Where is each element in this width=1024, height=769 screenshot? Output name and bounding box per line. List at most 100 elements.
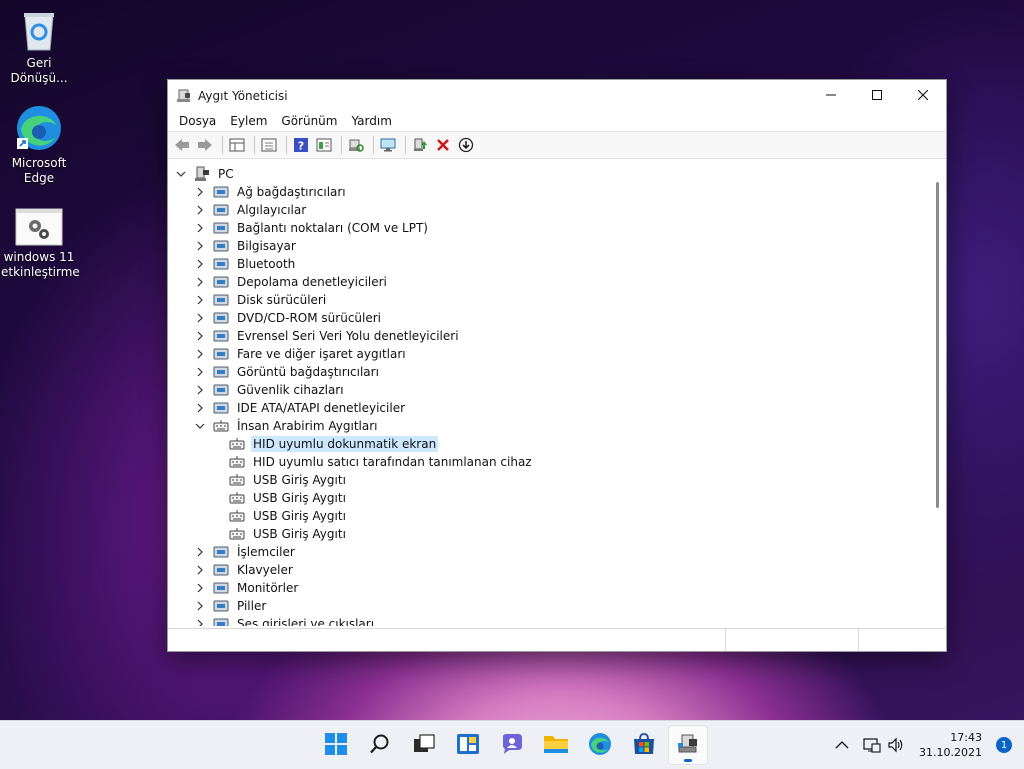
title-bar[interactable]: Aygıt Yöneticisi [168,80,946,111]
tree-category-row[interactable]: İşlemciler [168,543,928,561]
desktop-icon-edge[interactable]: Microsoft Edge [1,104,77,186]
tree-device-label: HID uyumlu dokunmatik ekran [251,436,439,452]
tree-category-row[interactable]: Bluetooth [168,255,928,273]
chevron-right-icon[interactable] [195,241,205,251]
file-explorer-button[interactable] [536,725,576,765]
tree-category-row[interactable]: Ses girişleri ve çıkışları [168,615,928,626]
recycle-bin-icon [21,8,57,52]
tree-device-row[interactable]: USB Giriş Aygıtı [168,471,928,489]
tree-category-label: IDE ATA/ATAPI denetleyiciler [237,401,406,415]
chevron-down-icon[interactable] [195,421,205,431]
menu-file[interactable]: Dosya [172,114,223,128]
desktop-icon-settings-shortcut[interactable]: windows 11 etkinleştirme [1,208,80,280]
tree-category-label: Monitörler [237,581,299,595]
tree-category-row[interactable]: Piller [168,597,928,615]
notification-badge[interactable]: 1 [996,737,1012,753]
edge-button[interactable] [580,725,620,765]
close-button[interactable] [900,80,946,110]
tree-category-row[interactable]: Monitörler [168,579,928,597]
details-view-icon[interactable] [314,135,334,155]
menu-help[interactable]: Yardım [344,114,398,128]
tree-device-row[interactable]: HID uyumlu dokunmatik ekran [168,435,928,453]
chevron-right-icon[interactable] [195,205,205,215]
tree-category-row[interactable]: IDE ATA/ATAPI denetleyiciler [168,399,928,417]
widgets-button[interactable] [448,725,488,765]
chat-button[interactable] [492,725,532,765]
start-button[interactable] [316,725,356,765]
vertical-scrollbar[interactable] [930,164,946,626]
tree-category-row[interactable]: DVD/CD-ROM sürücüleri [168,309,928,327]
taskbar: 17:43 31.10.2021 1 [0,720,1024,769]
start-icon [325,732,347,758]
monitor-icon[interactable] [378,135,398,155]
update-driver-icon[interactable] [410,135,430,155]
chevron-right-icon[interactable] [195,295,205,305]
tree-root-pc[interactable]: PC [168,165,928,183]
volume-icon[interactable] [887,737,905,753]
console-tree-icon[interactable] [259,135,279,155]
chevron-right-icon[interactable] [195,547,205,557]
back-arrow-icon[interactable] [172,135,192,155]
search-button[interactable] [360,725,400,765]
tree-category-row[interactable]: Görüntü bağdaştırıcıları [168,363,928,381]
chevron-right-icon[interactable] [195,331,205,341]
settings-shortcut-icon [15,208,63,246]
tree-category-row[interactable]: Klavyeler [168,561,928,579]
maximize-button[interactable] [854,80,900,110]
tree-category-row[interactable]: Bilgisayar [168,237,928,255]
help-icon[interactable]: ? [291,135,311,155]
chevron-right-icon[interactable] [195,619,205,626]
tree-category-label: İnsan Arabirim Aygıtları [237,419,378,433]
chevron-right-icon[interactable] [195,313,205,323]
tree-category-row[interactable]: Disk sürücüleri [168,291,928,309]
chevron-right-icon[interactable] [195,277,205,287]
scan-hardware-icon[interactable] [346,135,366,155]
tree-device-label: USB Giriş Aygıtı [253,491,346,505]
chevron-right-icon[interactable] [195,259,205,269]
tree-device-row[interactable]: HID uyumlu satıcı tarafından tanımlanan … [168,453,928,471]
chevron-right-icon[interactable] [195,601,205,611]
tree-category-row[interactable]: Bağlantı noktaları (COM ve LPT) [168,219,928,237]
chevron-right-icon[interactable] [195,565,205,575]
chevron-right-icon[interactable] [195,583,205,593]
processor-icon [213,544,229,560]
store-button[interactable] [624,725,664,765]
device-manager-task-button[interactable] [668,725,708,765]
minimize-button[interactable] [808,80,854,110]
search-icon [369,733,391,758]
tree-device-row[interactable]: USB Giriş Aygıtı [168,489,928,507]
tree-device-label: USB Giriş Aygıtı [253,527,346,541]
desktop-icon-recycle-bin[interactable]: Geri Dönüşü... [1,8,77,86]
tree-device-row[interactable]: USB Giriş Aygıtı [168,525,928,543]
chevron-down-icon[interactable] [176,169,186,179]
disable-download-icon[interactable] [456,135,476,155]
tree-device-label: USB Giriş Aygıtı [253,509,346,523]
menu-action[interactable]: Eylem [223,114,274,128]
tree-category-row[interactable]: İnsan Arabirim Aygıtları [168,417,928,435]
tree-category-row[interactable]: Fare ve diğer işaret aygıtları [168,345,928,363]
chevron-right-icon[interactable] [195,187,205,197]
chevron-up-icon[interactable] [835,740,849,750]
tree-category-row[interactable]: Depolama denetleyicileri [168,273,928,291]
properties-grid-icon[interactable] [227,135,247,155]
task-view-button[interactable] [404,725,444,765]
chevron-right-icon[interactable] [195,403,205,413]
forward-arrow-icon[interactable] [195,135,215,155]
scrollbar-thumb[interactable] [936,182,939,508]
tree-category-row[interactable]: Ağ bağdaştırıcıları [168,183,928,201]
tree-category-row[interactable]: Evrensel Seri Veri Yolu denetleyicileri [168,327,928,345]
uninstall-x-icon[interactable] [433,135,453,155]
storage-controller-icon [213,274,229,290]
chevron-right-icon[interactable] [195,223,205,233]
tree-category-row[interactable]: Algılayıcılar [168,201,928,219]
chevron-right-icon[interactable] [195,385,205,395]
tree-device-row[interactable]: USB Giriş Aygıtı [168,507,928,525]
tree-category-label: Bilgisayar [237,239,296,253]
tree-category-row[interactable]: Güvenlik cihazları [168,381,928,399]
edge-icon [588,732,612,759]
menu-view[interactable]: Görünüm [274,114,344,128]
network-icon[interactable] [863,737,881,753]
clock[interactable]: 17:43 31.10.2021 [919,730,982,760]
chevron-right-icon[interactable] [195,349,205,359]
chevron-right-icon[interactable] [195,367,205,377]
